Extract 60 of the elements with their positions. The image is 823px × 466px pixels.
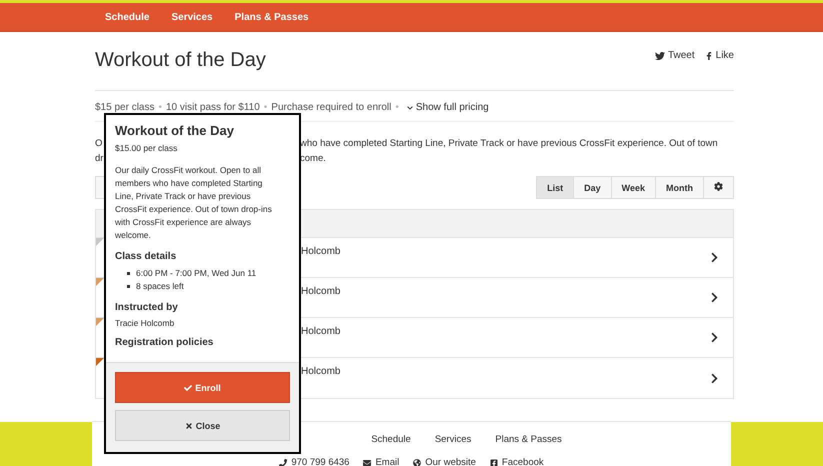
popover-title: Workout of the Day — [115, 123, 235, 138]
close-icon — [184, 422, 193, 430]
pricing-text: $15 per class — [95, 102, 154, 113]
price-text: $15.00 per class — [115, 143, 178, 153]
facebook-icon — [490, 458, 498, 466]
footer-link[interactable]: Schedule — [371, 434, 411, 445]
enroll-button[interactable]: Enroll — [115, 372, 290, 403]
pricing-text: Purchase required to enroll — [271, 102, 392, 113]
footer-link[interactable]: Services — [434, 434, 472, 445]
description-text: dr — [95, 153, 104, 164]
chevron-right-icon — [709, 292, 720, 303]
instructor-cell-text: Holcomb — [301, 286, 342, 299]
view-tab[interactable]: Week — [610, 177, 655, 198]
contact-link[interactable]: Our website — [413, 457, 476, 466]
section-heading: Instructed by — [115, 302, 179, 313]
view-tab[interactable]: Day — [573, 177, 611, 198]
close-button[interactable]: Close — [115, 410, 290, 441]
chevron-down-icon — [406, 104, 413, 110]
settings-icon — [714, 182, 723, 191]
instructor-cell-text: Holcomb — [301, 326, 342, 339]
chevron-right-icon — [709, 372, 720, 384]
share-link[interactable]: Like — [704, 50, 734, 61]
bullet-icon — [127, 272, 130, 275]
show-pricing-link[interactable]: Show full pricing — [406, 102, 489, 113]
section-heading: Class details — [115, 251, 178, 262]
chevron-right-icon — [709, 332, 720, 343]
share-link[interactable]: Tweet — [654, 50, 695, 61]
separator-dot: • — [395, 102, 399, 113]
description-text: O — [95, 138, 102, 149]
detail-text: 8 spaces left — [136, 280, 184, 293]
contact-link[interactable]: 970 799 6436 — [279, 457, 350, 466]
class-description: Our daily CrossFit workout. Open to all members who have completed Starting Line, Private Track or have previous CrossFit experience. Out of town drop-ins with CrossFit experience are always welcome. — [115, 164, 273, 242]
detail-text: 6:00 PM - 7:00 PM, Wed Jun 11 — [136, 267, 256, 280]
bullet-icon — [127, 285, 130, 288]
description-text: who have completed Starting Line, Private Track or have previous CrossFit experience. Out of town — [300, 137, 719, 151]
phone-icon — [279, 458, 288, 466]
bird-icon — [654, 50, 665, 60]
instructor-cell-text: Holcomb — [301, 366, 342, 379]
page-title: Workout of the Day — [95, 49, 266, 73]
view-tab[interactable]: Month — [655, 177, 703, 198]
envelope-icon — [363, 458, 372, 466]
nav-link[interactable]: Schedule — [105, 12, 150, 22]
settings-button[interactable] — [703, 177, 733, 198]
separator-dot: • — [264, 102, 268, 113]
contact-link[interactable]: Facebook — [490, 457, 544, 466]
globe-icon — [413, 458, 422, 466]
view-tab[interactable]: List — [537, 177, 574, 198]
pricing-text: 10 visit pass for $110 — [166, 102, 260, 113]
nav-link[interactable]: Plans & Passes — [234, 12, 309, 22]
footer-link[interactable]: Plans & Passes — [495, 434, 562, 445]
section-heading: Registration policies — [115, 337, 214, 348]
chevron-right-icon — [709, 252, 720, 263]
nav-link[interactable]: Services — [171, 12, 213, 22]
instructor-name: Tracie Holcomb — [115, 318, 176, 328]
facebook-icon — [704, 52, 713, 60]
check-icon — [184, 384, 192, 392]
instructor-cell-text: Holcomb — [301, 246, 342, 259]
separator-dot: • — [158, 102, 162, 113]
description-text: come. — [300, 152, 327, 166]
contact-link[interactable]: Email — [363, 457, 400, 466]
